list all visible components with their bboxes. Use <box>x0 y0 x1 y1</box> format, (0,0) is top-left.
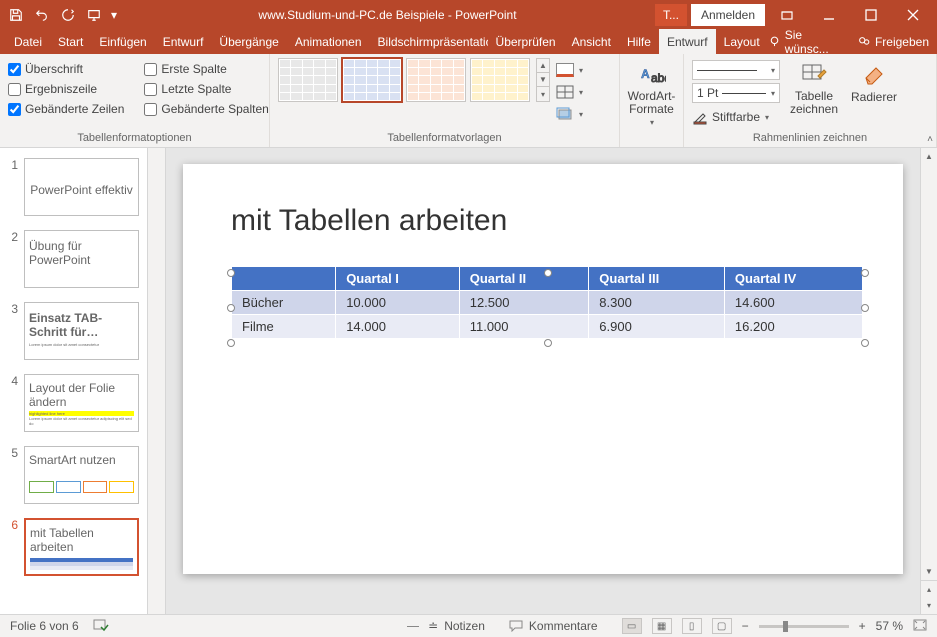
thumbnail-5[interactable]: 5SmartArt nutzen <box>8 446 139 504</box>
zoom-out-button[interactable]: − <box>742 619 749 633</box>
table-row: Filme 14.000 11.000 6.900 16.200 <box>232 315 863 339</box>
spell-check-icon[interactable] <box>93 619 109 633</box>
style-thumb-4[interactable] <box>470 58 530 102</box>
zoom-slider[interactable] <box>759 625 849 628</box>
tab-uebergaenge[interactable]: Übergänge <box>211 29 286 54</box>
svg-text:A: A <box>641 67 650 81</box>
table-styles-gallery[interactable]: ▲▼▾ <box>278 58 550 102</box>
status-bar: Folie 6 von 6 ≐ Notizen Kommentare ▭ ▦ ▯… <box>0 614 937 637</box>
chk-erste-spalte[interactable]: Erste Spalte <box>144 62 268 76</box>
ribbon-tabs: Datei Start Einfügen Entwurf Übergänge A… <box>0 29 937 54</box>
slide-title[interactable]: mit Tabellen arbeiten <box>231 204 855 238</box>
qat-dropdown[interactable]: ▾ <box>108 3 120 27</box>
style-thumb-3[interactable] <box>406 58 466 102</box>
comments-button[interactable]: Kommentare <box>509 619 598 633</box>
reading-view-button[interactable]: ▯ <box>682 618 702 634</box>
group-label-options: Tabellenformatoptionen <box>8 130 261 147</box>
zoom-level[interactable]: 57 % <box>876 619 903 633</box>
sign-in-button[interactable]: Anmelden <box>691 4 765 26</box>
table-row: Bücher 10.000 12.500 8.300 14.600 <box>232 291 863 315</box>
undo-button[interactable] <box>30 3 54 27</box>
thumbnail-4[interactable]: 4Layout der Folie ändernhighlighted line… <box>8 374 139 432</box>
chk-ergebniszeile[interactable]: Ergebniszeile <box>8 82 124 96</box>
quick-access-toolbar: ▾ <box>4 0 120 29</box>
style-thumb-2[interactable] <box>342 58 402 102</box>
close-button[interactable] <box>893 0 933 29</box>
style-gallery-scroll[interactable]: ▲▼▾ <box>536 58 550 102</box>
fit-to-window-button[interactable] <box>913 619 927 634</box>
ribbon: Überschrift Ergebniszeile Gebänderte Zei… <box>0 54 937 148</box>
table-tools-tab[interactable]: T... <box>655 4 687 26</box>
tab-bildschirmpraesentation[interactable]: Bildschirmpräsentation <box>370 29 488 54</box>
eraser-button[interactable]: Radierer <box>848 58 900 104</box>
slide-thumbnails-pane[interactable]: 1PowerPoint effektiv 2Übung für PowerPoi… <box>0 148 148 614</box>
tab-table-entwurf[interactable]: Entwurf <box>659 29 716 54</box>
chk-gebaenderte-zeilen[interactable]: Gebänderte Zeilen <box>8 102 124 116</box>
work-area: 1PowerPoint effektiv 2Übung für PowerPoi… <box>0 148 937 614</box>
title-bar: ▾ www.Studium-und-PC.de Beispiele - Powe… <box>0 0 937 29</box>
effects-button[interactable]: ▾ <box>556 104 583 124</box>
zoom-in-button[interactable]: + <box>859 619 866 633</box>
shading-button[interactable]: ▾ <box>556 60 583 80</box>
tab-entwurf[interactable]: Entwurf <box>155 29 212 54</box>
chk-letzte-spalte[interactable]: Letzte Spalte <box>144 82 268 96</box>
slideshow-view-button[interactable]: ▢ <box>712 618 732 634</box>
pen-weight-combo[interactable]: 1 Pt▾ <box>692 83 780 103</box>
save-button[interactable] <box>4 3 28 27</box>
thumbnail-6[interactable]: 6mit Tabellen arbeiten <box>8 518 139 576</box>
tab-start[interactable]: Start <box>50 29 91 54</box>
thumbnail-3[interactable]: 3Einsatz TAB-Schritt für…Lorem ipsum dol… <box>8 302 139 360</box>
share-button[interactable]: Freigeben <box>857 35 929 49</box>
normal-view-button[interactable]: ▭ <box>622 618 642 634</box>
tab-animationen[interactable]: Animationen <box>287 29 370 54</box>
tab-ueberpruefen[interactable]: Überprüfen <box>488 29 564 54</box>
slide-canvas[interactable]: mit Tabellen arbeiten Quartal I Quartal … <box>166 148 920 614</box>
collapse-ribbon-button[interactable]: ˄ <box>927 134 933 145</box>
tab-hilfe[interactable]: Hilfe <box>619 29 659 54</box>
tab-einfuegen[interactable]: Einfügen <box>91 29 154 54</box>
notes-button[interactable]: ≐ Notizen <box>407 619 485 633</box>
table-header-row: Quartal I Quartal II Quartal III Quartal… <box>232 267 863 291</box>
ribbon-display-options[interactable] <box>767 0 807 29</box>
tab-table-layout[interactable]: Layout <box>716 29 768 54</box>
borders-button[interactable]: ▾ <box>556 82 583 102</box>
pen-style-combo[interactable]: ▾ <box>692 60 780 80</box>
tab-ansicht[interactable]: Ansicht <box>564 29 619 54</box>
group-label-borders: Rahmenlinien zeichnen <box>692 130 928 147</box>
maximize-button[interactable] <box>851 0 891 29</box>
slide-table[interactable]: Quartal I Quartal II Quartal III Quartal… <box>231 266 863 339</box>
style-thumb-1[interactable] <box>278 58 338 102</box>
thumbnail-2[interactable]: 2Übung für PowerPoint <box>8 230 139 288</box>
svg-text:abc: abc <box>651 71 666 85</box>
start-from-beginning-button[interactable] <box>82 3 106 27</box>
chk-gebaenderte-spalten[interactable]: Gebänderte Spalten <box>144 102 268 116</box>
tell-me[interactable]: Sie wünsc... <box>768 28 845 56</box>
vertical-scrollbar[interactable]: ▲ ▼▴▾ <box>920 148 937 614</box>
redo-button[interactable] <box>56 3 80 27</box>
draw-table-button[interactable]: Tabelle zeichnen <box>788 58 840 116</box>
window-title: www.Studium-und-PC.de Beispiele - PowerP… <box>120 8 655 22</box>
slide[interactable]: mit Tabellen arbeiten Quartal I Quartal … <box>183 164 903 574</box>
thumbnail-1[interactable]: 1PowerPoint effektiv <box>8 158 139 216</box>
slide-sorter-view-button[interactable]: ▦ <box>652 618 672 634</box>
group-label-styles: Tabellenformatvorlagen <box>278 130 611 147</box>
vertical-ruler <box>148 148 166 614</box>
minimize-button[interactable] <box>809 0 849 29</box>
chk-ueberschrift[interactable]: Überschrift <box>8 62 124 76</box>
wordart-styles-button[interactable]: Aabc WordArt-Formate▾ <box>628 58 676 127</box>
pen-color-button[interactable]: Stiftfarbe▾ <box>692 106 780 128</box>
slide-counter[interactable]: Folie 6 von 6 <box>10 619 79 633</box>
tab-datei[interactable]: Datei <box>6 29 50 54</box>
